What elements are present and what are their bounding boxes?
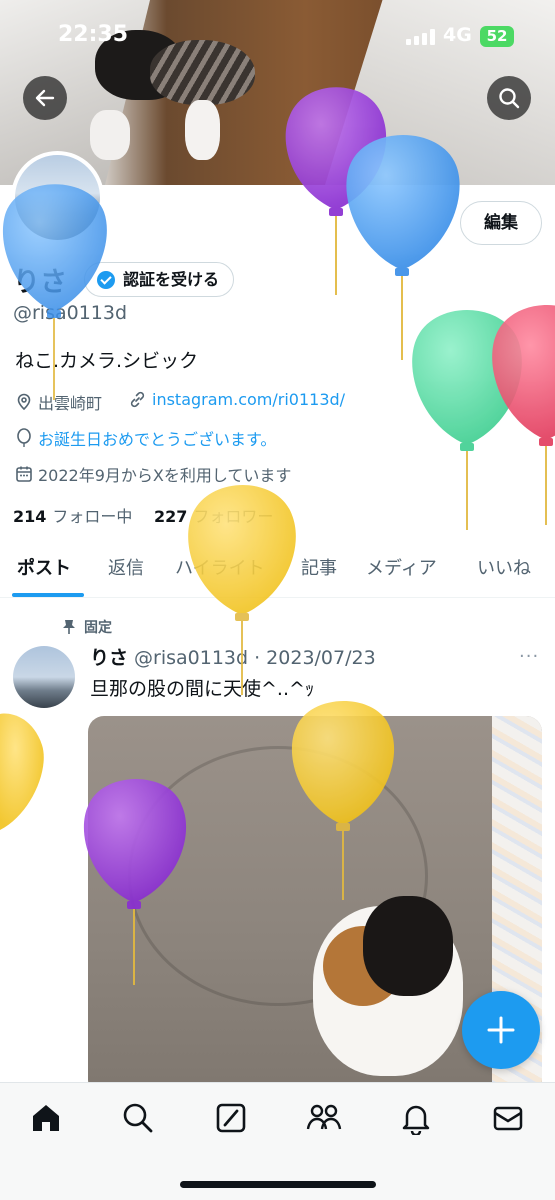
profile-name: りさ <box>13 267 67 298</box>
tab-media[interactable]: メディア <box>366 554 437 580</box>
post-more-button[interactable]: ··· <box>519 646 539 667</box>
banner-cat-tabby-leg <box>185 100 220 160</box>
tab-posts[interactable]: ポスト <box>17 554 71 580</box>
post-author-name[interactable]: りさ <box>90 647 128 669</box>
following-label: フォロー中 <box>52 507 133 526</box>
tab-likes[interactable]: いいね <box>477 554 531 580</box>
get-verified-label: 認証を受ける <box>123 270 220 289</box>
status-time: 22:35 <box>58 22 129 47</box>
profile-handle: @risa0113d <box>13 302 128 324</box>
pinned-label: 固定 <box>84 620 112 636</box>
post-author-avatar[interactable] <box>13 646 75 708</box>
get-verified-button[interactable]: 認証を受ける <box>84 262 235 297</box>
balloon-green <box>412 310 522 530</box>
signal-icon <box>406 29 436 45</box>
active-tab-indicator <box>12 593 84 597</box>
profile-tabs: ポスト 返信 ハイライト 記事 メディア いいね <box>0 540 555 598</box>
balloon-yellow-left <box>0 713 44 830</box>
banner-cat-white-paw <box>90 110 130 160</box>
compose-post-button[interactable] <box>462 991 540 1069</box>
profile-meta-joined: 2022年9月からXを利用しています <box>15 462 291 486</box>
plus-icon <box>487 1016 515 1044</box>
tab-replies[interactable]: 返信 <box>108 554 144 580</box>
calendar-icon <box>16 466 32 482</box>
communities-icon <box>306 1104 342 1130</box>
birthday-text: お誕生日おめでとうございます。 <box>38 430 277 449</box>
post-text: 旦那の股の間に天使^..^ｯ <box>90 678 315 700</box>
messages-icon <box>493 1106 523 1131</box>
search-button[interactable] <box>487 76 531 120</box>
nav-communities[interactable] <box>306 1101 342 1135</box>
grok-icon <box>216 1103 246 1133</box>
post-meta: @risa0113d · 2023/07/23 <box>134 647 376 669</box>
following-link[interactable]: 214 フォロー中 <box>13 503 132 527</box>
edit-profile-button[interactable]: 編集 <box>460 201 542 245</box>
battery-icon: 52 <box>480 26 514 47</box>
status-bar: 22:35 4G 52 <box>0 0 555 72</box>
followers-link[interactable]: 227 フォロワー <box>154 503 273 527</box>
back-button[interactable] <box>23 76 67 120</box>
nav-grok[interactable] <box>214 1101 248 1135</box>
verified-badge-icon <box>97 271 115 289</box>
search-icon <box>499 88 520 109</box>
nav-search[interactable] <box>121 1101 155 1135</box>
network-label: 4G <box>443 24 472 46</box>
home-icon <box>33 1105 59 1131</box>
followers-count: 227 <box>154 507 188 526</box>
notifications-icon <box>402 1105 430 1137</box>
balloon-icon <box>17 428 31 447</box>
tab-highlights[interactable]: ハイライト <box>175 554 265 580</box>
following-count: 214 <box>13 507 47 526</box>
tab-articles[interactable]: 記事 <box>301 554 337 580</box>
nav-messages[interactable] <box>491 1101 525 1135</box>
pin-icon <box>63 620 75 634</box>
profile-meta-website[interactable]: instagram.com/ri0113d/ <box>128 390 345 409</box>
location-text: 出雲崎町 <box>38 394 103 413</box>
profile-avatar[interactable] <box>11 151 104 244</box>
nav-notifications[interactable] <box>399 1101 433 1137</box>
profile-bio: ねこ.カメラ.シビック <box>15 350 199 372</box>
profile-meta-location: 出雲崎町 <box>15 390 102 414</box>
profile-meta-birthday: お誕生日おめでとうございます。 <box>15 426 276 450</box>
pinned-indicator: 固定 <box>62 617 112 637</box>
joined-text: 2022年9月からXを利用しています <box>38 466 292 485</box>
followers-label: フォロワー <box>193 507 274 526</box>
website-link[interactable]: instagram.com/ri0113d/ <box>152 390 345 409</box>
nav-home[interactable] <box>29 1101 63 1135</box>
search-icon <box>123 1103 153 1133</box>
home-indicator <box>180 1181 376 1188</box>
balloon-red <box>492 305 555 525</box>
post-header: りさ @risa0113d · 2023/07/23 <box>90 643 376 670</box>
location-pin-icon <box>17 393 31 411</box>
link-icon <box>130 391 145 408</box>
image-calico-cat <box>303 866 473 1096</box>
back-arrow-icon <box>35 89 55 107</box>
